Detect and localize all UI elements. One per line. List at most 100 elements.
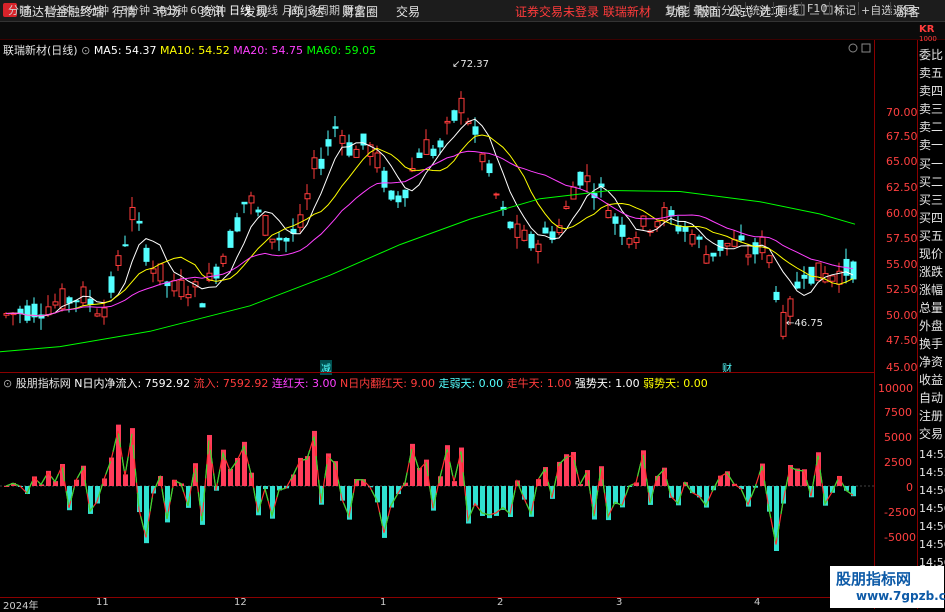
menu-jiaoyi[interactable]: 交易 bbox=[396, 3, 420, 20]
period-more[interactable]: 更多 bbox=[343, 2, 365, 18]
trade-login-notice[interactable]: 证券交易未登录 联瑞新材 bbox=[515, 3, 651, 20]
indicator-bar bbox=[718, 475, 723, 486]
price-tick: 52.50 bbox=[886, 283, 918, 296]
quote-row-buy1: 买一 bbox=[919, 157, 944, 171]
candle-body bbox=[689, 233, 696, 245]
tool-separator bbox=[745, 2, 746, 15]
chevron-down-icon[interactable]: ⊙ bbox=[3, 377, 12, 390]
low-price-label: ←46.75 bbox=[786, 318, 824, 329]
tool-f10[interactable]: F10 bbox=[807, 2, 827, 15]
quote-row-buy4: 买四 bbox=[919, 211, 944, 225]
period-30min[interactable]: 30分钟 bbox=[152, 2, 188, 18]
indicator-bar bbox=[109, 457, 114, 486]
candle-body bbox=[374, 152, 381, 169]
price-axis-border bbox=[874, 40, 875, 609]
indicator-name[interactable]: 股朋指标网 bbox=[16, 377, 71, 390]
quote-row-sell4: 卖四 bbox=[919, 84, 944, 98]
candle-body bbox=[388, 190, 395, 200]
tool-tongji[interactable]: 统计 bbox=[749, 2, 771, 18]
tool-separator bbox=[773, 2, 774, 15]
tool-separator bbox=[717, 2, 718, 15]
quote-row-earnings: 收益 bbox=[919, 373, 944, 387]
candle-body bbox=[185, 294, 192, 299]
period-daily[interactable]: 日线 bbox=[229, 2, 251, 18]
candle-body bbox=[794, 281, 801, 289]
candle-body bbox=[122, 244, 129, 247]
candle-body bbox=[115, 255, 122, 266]
candle-body bbox=[801, 274, 808, 279]
tick-time: 14:55 bbox=[919, 466, 945, 479]
indicator-field: N日内翻红天: 9.00 bbox=[340, 377, 435, 390]
candle-body bbox=[605, 209, 612, 219]
tool-zixuan[interactable]: +自选 bbox=[861, 2, 892, 18]
quote-row-buy2: 买二 bbox=[919, 175, 944, 189]
quote-row-sell1: 卖一 bbox=[919, 138, 944, 152]
date-label: 11 bbox=[96, 597, 109, 608]
indicator-tick: 0 bbox=[906, 481, 913, 494]
indicator-bar bbox=[375, 486, 380, 503]
tool-separator bbox=[801, 2, 802, 15]
candle-body bbox=[598, 183, 605, 187]
price-tick: 47.50 bbox=[886, 334, 918, 347]
tool-fanhui[interactable]: 返回 bbox=[893, 2, 915, 18]
tick-time: 14:56 bbox=[919, 484, 945, 497]
period-multi[interactable]: 多周期 bbox=[307, 2, 340, 18]
tool-fuquan[interactable]: 复权 bbox=[665, 2, 687, 18]
pane-divider bbox=[0, 372, 874, 373]
kline-chart[interactable] bbox=[0, 40, 874, 597]
candle-body bbox=[332, 126, 339, 129]
quote-trade[interactable]: 交易 bbox=[919, 425, 943, 442]
indicator-bar bbox=[305, 456, 310, 486]
price-tick: 67.50 bbox=[886, 130, 918, 143]
indicator-lines bbox=[5, 430, 854, 545]
price-tick: 62.50 bbox=[886, 181, 918, 194]
candle-body bbox=[542, 227, 549, 234]
period-5min[interactable]: 5分钟 bbox=[80, 2, 109, 18]
tool-diejia[interactable]: 叠加 bbox=[693, 2, 715, 18]
tool-huaxian[interactable]: 画线 bbox=[777, 2, 799, 18]
candle-body bbox=[248, 195, 255, 204]
indicator-field: 强势天: 1.00 bbox=[574, 377, 640, 390]
period-1min[interactable]: 1分钟 bbox=[44, 2, 73, 18]
tick-time: 14:56 bbox=[919, 502, 945, 515]
candle-body bbox=[577, 171, 584, 186]
period-60min[interactable]: 60分钟 bbox=[190, 2, 226, 18]
quote-auto[interactable]: 自动 bbox=[919, 389, 943, 406]
candle-body bbox=[612, 216, 619, 224]
watermark-url: www.7gpzb.com bbox=[856, 589, 945, 603]
price-tick: 60.00 bbox=[886, 207, 918, 220]
quote-code: 1000 bbox=[919, 35, 937, 43]
candle-body bbox=[479, 153, 486, 163]
candle-body bbox=[514, 223, 521, 238]
candle-body bbox=[787, 298, 794, 317]
quote-row-change: 涨跌 bbox=[919, 265, 944, 279]
price-tick: 65.00 bbox=[886, 155, 918, 168]
quote-row-outer: 外盘 bbox=[919, 319, 944, 333]
quote-row-buy3: 买三 bbox=[919, 193, 944, 207]
candle-body bbox=[80, 286, 87, 304]
candle-body bbox=[829, 275, 836, 282]
candlesticks[interactable] bbox=[3, 91, 857, 340]
candle-body bbox=[745, 254, 752, 258]
candle-body bbox=[724, 242, 731, 247]
period-15min[interactable]: 15分钟 bbox=[114, 2, 150, 18]
candle-body bbox=[157, 263, 164, 282]
tool-biaoji[interactable]: 标记 bbox=[834, 2, 856, 18]
quote-row-netasset: 净资 bbox=[919, 355, 944, 369]
period-weekly[interactable]: 周线 bbox=[256, 2, 278, 18]
date-label: 4 bbox=[754, 597, 761, 608]
candle-body bbox=[752, 242, 759, 255]
tool-fengu[interactable]: 分股 bbox=[721, 2, 743, 18]
quote-register[interactable]: 注册 bbox=[919, 407, 943, 424]
candle-body bbox=[199, 303, 206, 308]
period-fenshi[interactable]: 分时 bbox=[8, 2, 30, 18]
date-label: 1 bbox=[380, 597, 387, 608]
tool-separator bbox=[829, 2, 830, 15]
candle-body bbox=[472, 126, 479, 135]
indicator-bars bbox=[0, 424, 874, 551]
candle-body bbox=[129, 206, 136, 221]
candle-body bbox=[640, 215, 647, 227]
candle-body bbox=[416, 152, 423, 159]
indicator-header: ⊙ 股朋指标网 N日内净流入: 7592.92 流入: 7592.92 连红天:… bbox=[3, 375, 708, 391]
period-monthly[interactable]: 月线 bbox=[282, 2, 304, 18]
